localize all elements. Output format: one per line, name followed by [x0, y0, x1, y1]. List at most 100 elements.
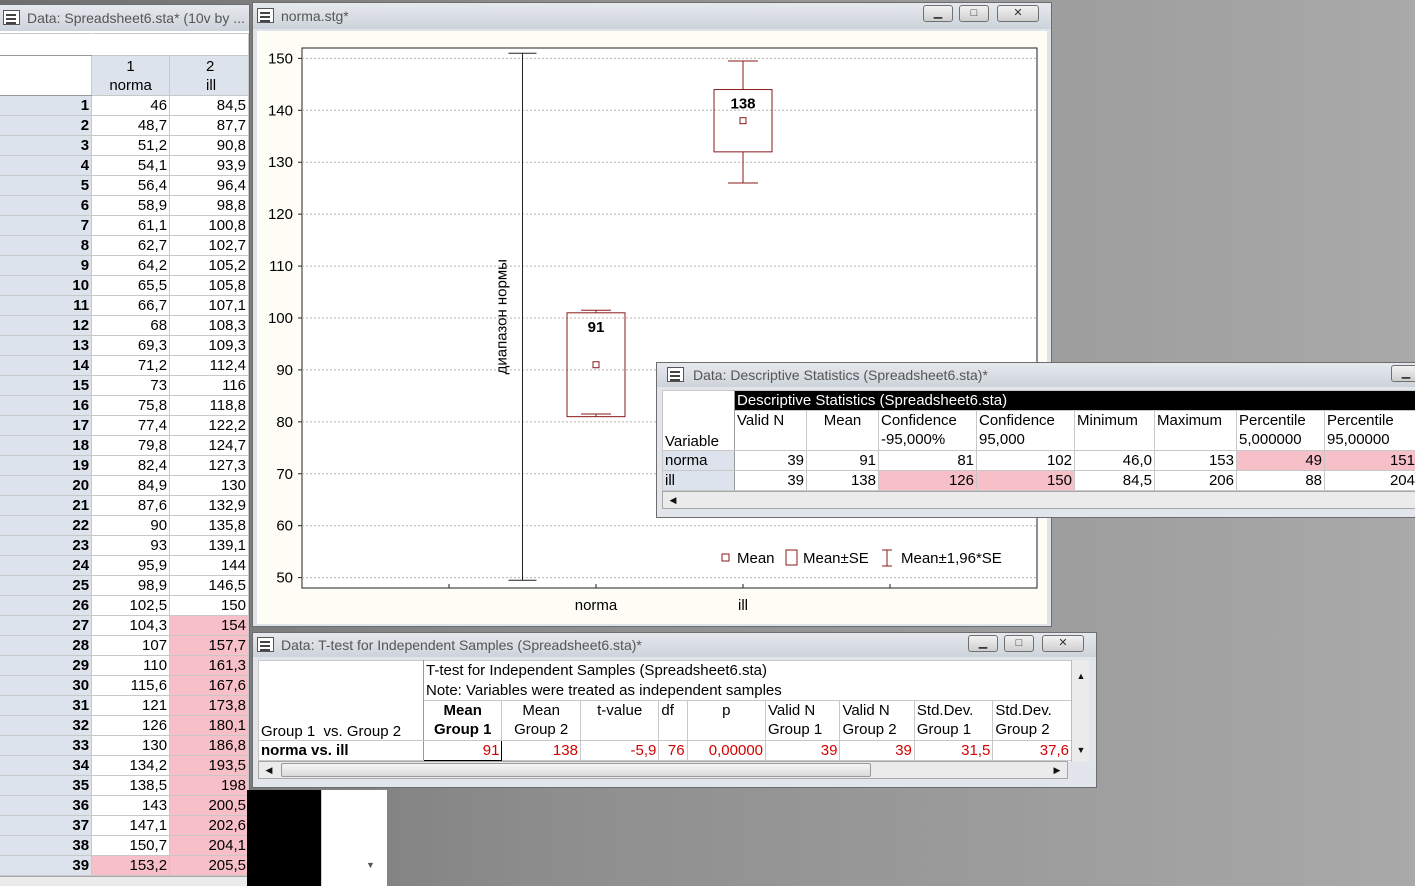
graph-titlebar[interactable]: norma.stg* ▁ □ ✕: [253, 3, 1051, 29]
table-row[interactable]: 2 48,7 87,7: [0, 115, 249, 136]
row-number[interactable]: 36: [0, 795, 93, 816]
cell-norma[interactable]: 82,4: [91, 455, 171, 476]
table-row[interactable]: 21 87,6 132,9: [0, 495, 249, 516]
cell-ill[interactable]: 193,5: [169, 755, 249, 776]
cell-ill[interactable]: 146,5: [169, 575, 249, 596]
table-cell[interactable]: 39: [765, 740, 841, 761]
column-header[interactable]: t-value: [579, 700, 660, 741]
row-number[interactable]: 8: [0, 235, 93, 256]
spreadsheet-titlebar[interactable]: Data: Spreadsheet6.sta* (10v by ...: [0, 5, 249, 31]
table-row[interactable]: 26 102,5 150: [0, 595, 249, 616]
row-number[interactable]: 30: [0, 675, 93, 696]
row-number[interactable]: 19: [0, 455, 93, 476]
cell-ill[interactable]: 173,8: [169, 695, 249, 716]
row-number[interactable]: 31: [0, 695, 93, 716]
row-number[interactable]: 38: [0, 835, 93, 856]
cell-ill[interactable]: 93,9: [169, 155, 249, 176]
table-row[interactable]: 38 150,7 204,1: [0, 835, 249, 856]
cell-norma[interactable]: 134,2: [91, 755, 171, 776]
table-row[interactable]: 24 95,9 144: [0, 555, 249, 576]
cell-ill[interactable]: 122,2: [169, 415, 249, 436]
cell-norma[interactable]: 98,9: [91, 575, 171, 596]
table-row[interactable]: 37 147,1 202,6: [0, 815, 249, 836]
cell-ill[interactable]: 202,6: [169, 815, 249, 836]
column-header[interactable]: Mean Group 1: [422, 700, 503, 741]
table-cell[interactable]: 31,5: [913, 740, 994, 761]
column-header[interactable]: Confidence 95,000: [976, 410, 1075, 451]
table-row[interactable]: 22 90 135,8: [0, 515, 249, 536]
row-label[interactable]: ill: [662, 470, 735, 491]
cell-ill[interactable]: 118,8: [169, 395, 249, 416]
table-row[interactable]: 7 61,1 100,8: [0, 215, 249, 236]
scroll-down-icon[interactable]: ▼: [366, 860, 375, 870]
cell-ill[interactable]: 139,1: [169, 535, 249, 556]
table-cell[interactable]: 204: [1324, 470, 1415, 491]
table-row[interactable]: 29 110 161,3: [0, 655, 249, 676]
cell-ill[interactable]: 116: [169, 375, 249, 396]
table-row[interactable]: 9 64,2 105,2: [0, 255, 249, 276]
scroll-thumb[interactable]: [281, 763, 871, 777]
cell-norma[interactable]: 73: [91, 375, 171, 396]
cell-norma[interactable]: 104,3: [91, 615, 171, 636]
cell-norma[interactable]: 48,7: [91, 115, 171, 136]
table-cell[interactable]: 39: [839, 740, 915, 761]
cell-norma[interactable]: 56,4: [91, 175, 171, 196]
minimize-button[interactable]: ▁: [923, 5, 953, 22]
scroll-left-icon[interactable]: ◀: [261, 762, 277, 778]
cell-ill[interactable]: 105,2: [169, 255, 249, 276]
table-cell[interactable]: 153: [1154, 450, 1237, 471]
cell-ill[interactable]: 205,5: [169, 855, 249, 876]
column-header-norma[interactable]: 1 norma: [91, 55, 171, 96]
cell-ill[interactable]: 100,8: [169, 215, 249, 236]
cell-norma[interactable]: 87,6: [91, 495, 171, 516]
cell-norma[interactable]: 68: [91, 315, 171, 336]
table-cell[interactable]: 151: [1324, 450, 1415, 471]
cell-norma[interactable]: 143: [91, 795, 171, 816]
cell-norma[interactable]: 61,1: [91, 215, 171, 236]
column-header[interactable]: Mean: [806, 410, 879, 451]
cell-ill[interactable]: 154: [169, 615, 249, 636]
cell-ill[interactable]: 200,5: [169, 795, 249, 816]
cell-norma[interactable]: 79,8: [91, 435, 171, 456]
cell-ill[interactable]: 108,3: [169, 315, 249, 336]
column-header[interactable]: Valid N Group 2: [839, 700, 915, 741]
cell-norma[interactable]: 110: [91, 655, 171, 676]
descriptive-titlebar[interactable]: Data: Descriptive Statistics (Spreadshee…: [657, 363, 1415, 387]
table-cell[interactable]: 102: [976, 450, 1075, 471]
close-button[interactable]: ✕: [997, 5, 1039, 22]
table-row[interactable]: 12 68 108,3: [0, 315, 249, 336]
maximize-button[interactable]: □: [959, 5, 989, 22]
cell-norma[interactable]: 66,7: [91, 295, 171, 316]
cell-ill[interactable]: 107,1: [169, 295, 249, 316]
table-row[interactable]: norma 39 91 81 102 46,0 153 49 151: [662, 450, 1415, 471]
row-number[interactable]: 14: [0, 355, 93, 376]
cell-norma[interactable]: 54,1: [91, 155, 171, 176]
cell-ill[interactable]: 198: [169, 775, 249, 796]
cell-ill[interactable]: 109,3: [169, 335, 249, 356]
row-number[interactable]: 26: [0, 595, 93, 616]
table-cell[interactable]: 76: [658, 740, 688, 761]
table-cell[interactable]: 39: [734, 470, 807, 491]
row-number[interactable]: 25: [0, 575, 93, 596]
cell-ill[interactable]: 135,8: [169, 515, 249, 536]
row-number[interactable]: 16: [0, 395, 93, 416]
row-number[interactable]: 9: [0, 255, 93, 276]
row-number[interactable]: 1: [0, 95, 93, 116]
table-row[interactable]: 10 65,5 105,8: [0, 275, 249, 296]
column-header[interactable]: df: [658, 700, 688, 741]
scroll-up-icon[interactable]: ▲: [1073, 668, 1089, 684]
cell-norma[interactable]: 84,9: [91, 475, 171, 496]
scroll-down-icon[interactable]: ▼: [1073, 742, 1089, 758]
row-number[interactable]: 39: [0, 855, 93, 876]
table-row[interactable]: 6 58,9 98,8: [0, 195, 249, 216]
row-number[interactable]: 33: [0, 735, 93, 756]
table-cell[interactable]: 46,0: [1074, 450, 1155, 471]
row-number[interactable]: 15: [0, 375, 93, 396]
row-number[interactable]: 4: [0, 155, 93, 176]
table-cell[interactable]: 150: [976, 470, 1075, 491]
cell-norma[interactable]: 130: [91, 735, 171, 756]
cell-norma[interactable]: 71,2: [91, 355, 171, 376]
table-cell[interactable]: 0,00000: [686, 740, 767, 761]
column-header[interactable]: Mean Group 2: [501, 700, 581, 741]
table-row[interactable]: 3 51,2 90,8: [0, 135, 249, 156]
